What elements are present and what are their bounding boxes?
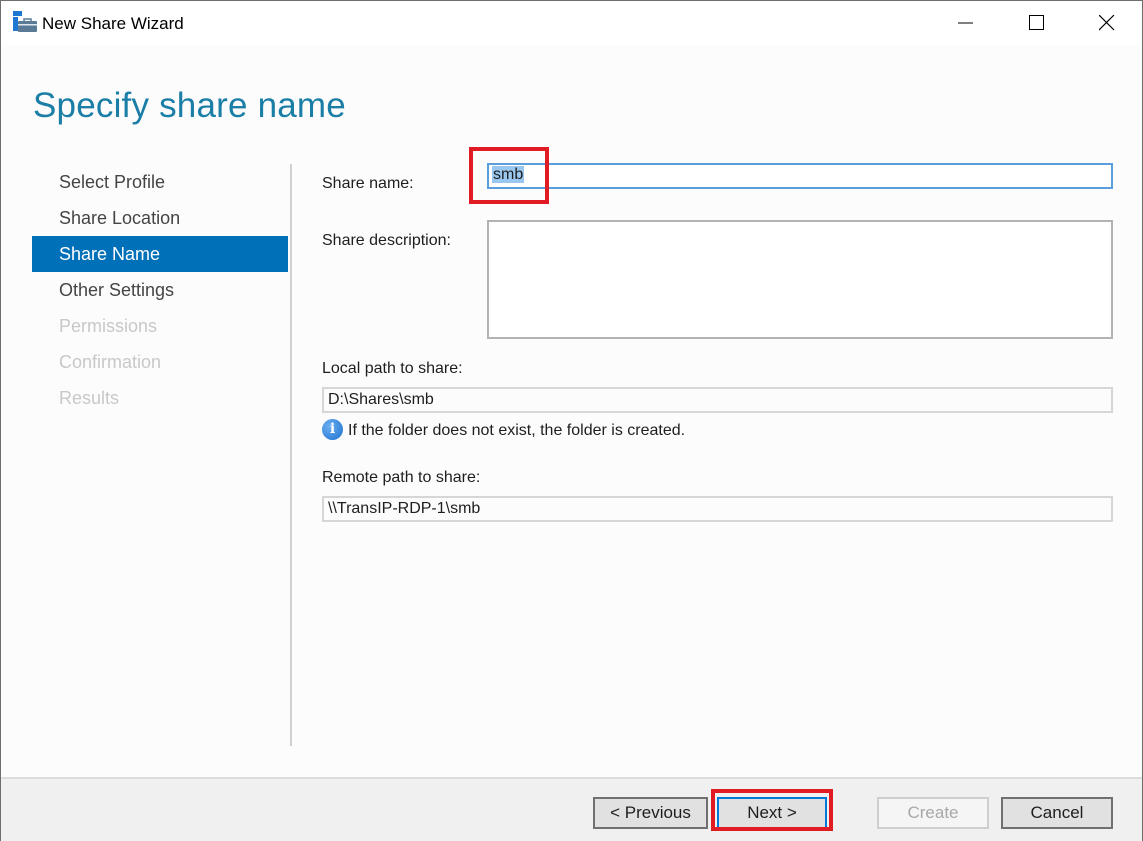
minimize-button[interactable] bbox=[931, 1, 1001, 45]
share-name-input[interactable]: smb bbox=[487, 163, 1113, 189]
next-button[interactable]: Next > bbox=[717, 797, 827, 829]
close-button[interactable] bbox=[1072, 1, 1142, 45]
local-path-label: Local path to share: bbox=[322, 360, 463, 377]
nav-item-other-settings[interactable]: Other Settings bbox=[32, 272, 288, 308]
share-name-selected-text: smb bbox=[492, 166, 525, 183]
info-icon: i bbox=[322, 419, 343, 440]
wizard-footer: < Previous Next > Create Cancel bbox=[1, 777, 1142, 841]
share-description-label: Share description: bbox=[322, 232, 451, 249]
folder-info-text: If the folder does not exist, the folder… bbox=[348, 422, 686, 439]
wizard-steps-nav: Select Profile Share Location Share Name… bbox=[32, 164, 288, 416]
remote-path-field[interactable]: \\TransIP-RDP-1\smb bbox=[322, 496, 1113, 522]
nav-item-results: Results bbox=[59, 388, 120, 408]
create-button: Create bbox=[877, 797, 989, 829]
page-title: Specify share name bbox=[33, 86, 346, 125]
window-title: New Share Wizard bbox=[42, 14, 184, 33]
close-icon bbox=[1099, 15, 1115, 31]
maximize-icon bbox=[1029, 15, 1044, 30]
local-path-field[interactable]: D:\Shares\smb bbox=[322, 387, 1113, 413]
share-name-label: Share name: bbox=[322, 175, 414, 192]
title-bar[interactable]: New Share Wizard bbox=[1, 1, 1142, 45]
nav-item-share-name[interactable]: Share Name bbox=[32, 236, 288, 272]
nav-item-select-profile[interactable]: Select Profile bbox=[32, 164, 288, 200]
share-wizard-app-icon bbox=[13, 11, 37, 33]
nav-divider bbox=[290, 164, 292, 746]
cancel-button[interactable]: Cancel bbox=[1001, 797, 1113, 829]
previous-button[interactable]: < Previous bbox=[593, 797, 708, 829]
nav-item-permissions: Permissions bbox=[59, 316, 158, 336]
remote-path-label: Remote path to share: bbox=[322, 469, 481, 486]
wizard-window: New Share Wizard Specify share name Sele… bbox=[0, 0, 1143, 841]
nav-item-confirmation: Confirmation bbox=[59, 352, 162, 372]
minimize-icon bbox=[958, 22, 973, 24]
maximize-button[interactable] bbox=[1002, 1, 1072, 45]
share-description-textarea[interactable] bbox=[487, 220, 1113, 339]
nav-item-share-location[interactable]: Share Location bbox=[32, 200, 288, 236]
